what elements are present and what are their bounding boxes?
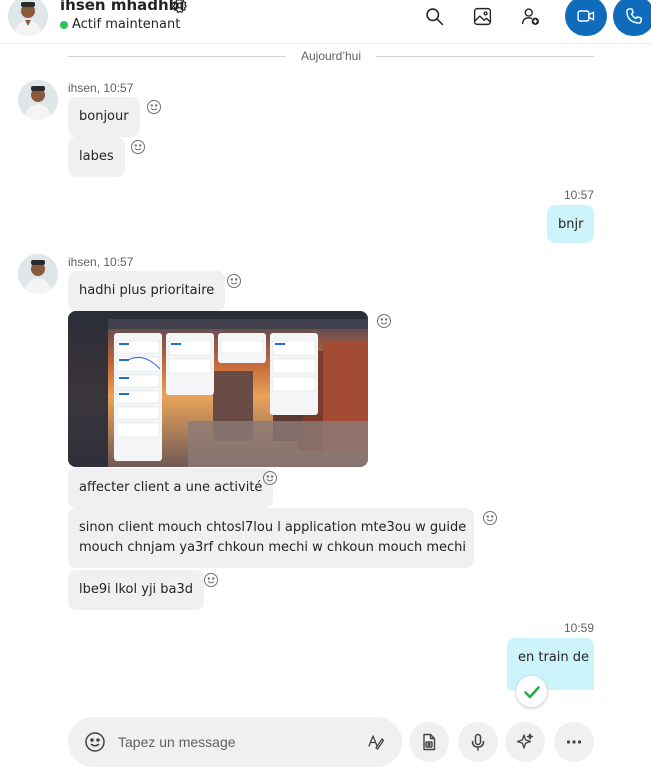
add-person-icon xyxy=(521,7,539,25)
search-icon xyxy=(425,7,443,25)
sender-timestamp: ihsen, 10:57 xyxy=(68,255,134,269)
emoji-reaction-icon[interactable] xyxy=(482,510,498,526)
message-line: sinon client mouch chtosl7lou l applicat… xyxy=(79,520,467,535)
emoji-reaction-icon[interactable] xyxy=(203,572,219,588)
microphone-icon xyxy=(471,733,485,751)
emoji-icon[interactable] xyxy=(84,731,106,753)
add-participant-button[interactable] xyxy=(514,0,546,32)
presence-dot xyxy=(60,21,68,29)
search-button[interactable] xyxy=(418,0,450,32)
message-timestamp: 10:59 xyxy=(563,621,594,635)
contact-avatar[interactable] xyxy=(8,0,48,36)
date-divider: Aujourd’hui xyxy=(300,49,362,63)
copilot-button[interactable] xyxy=(505,722,545,762)
attach-file-icon xyxy=(423,733,436,751)
more-icon xyxy=(566,740,582,744)
message-composer xyxy=(68,717,402,767)
audio-call-icon xyxy=(626,8,642,24)
gallery-icon xyxy=(473,7,491,25)
settings-icon[interactable] xyxy=(171,0,188,14)
message-bubble[interactable]: bonjour xyxy=(68,97,140,137)
audio-call-button[interactable] xyxy=(613,0,651,36)
contact-name[interactable]: ihsen mhadhbi xyxy=(60,0,185,14)
emoji-reaction-icon[interactable] xyxy=(376,313,392,329)
voice-message-button[interactable] xyxy=(458,722,498,762)
gallery-button[interactable] xyxy=(466,0,498,32)
more-options-button[interactable] xyxy=(554,722,594,762)
presence-status: Actif maintenant xyxy=(72,17,181,32)
attach-file-button[interactable] xyxy=(409,722,449,762)
date-divider-line xyxy=(376,56,594,57)
check-icon xyxy=(523,685,540,698)
video-call-icon xyxy=(577,10,595,22)
chat-header: ihsen mhadhbi Actif maintenant xyxy=(0,0,651,44)
message-bubble-outgoing[interactable]: bnjr xyxy=(547,205,595,243)
message-line: mouch chnjam ya3rf chkoun mechi w chkoun… xyxy=(79,540,466,555)
sender-avatar[interactable] xyxy=(18,254,58,294)
message-bubble-multiline[interactable]: sinon client mouch chtosl7lou l applicat… xyxy=(68,508,474,568)
format-icon[interactable] xyxy=(366,732,386,752)
message-bubble[interactable]: affecter client a une activité xyxy=(68,468,274,508)
screenshot-image[interactable] xyxy=(68,311,368,467)
emoji-reaction-icon[interactable] xyxy=(226,273,242,289)
message-bubble[interactable]: labes xyxy=(68,137,125,177)
sender-timestamp: ihsen, 10:57 xyxy=(68,81,134,95)
emoji-reaction-icon[interactable] xyxy=(262,470,278,486)
message-bubble[interactable]: hadhi plus prioritaire xyxy=(68,271,226,311)
message-bubble[interactable]: lbe9i lkol yji ba3d xyxy=(68,570,205,610)
emoji-reaction-icon[interactable] xyxy=(146,99,162,115)
sparkle-icon xyxy=(516,733,534,749)
sender-avatar[interactable] xyxy=(18,80,58,120)
message-timestamp: 10:57 xyxy=(563,188,594,202)
message-input[interactable] xyxy=(118,731,358,753)
emoji-reaction-icon[interactable] xyxy=(130,139,146,155)
date-divider-line xyxy=(68,56,286,57)
read-receipt-badge xyxy=(516,676,547,707)
video-call-button[interactable] xyxy=(565,0,607,36)
